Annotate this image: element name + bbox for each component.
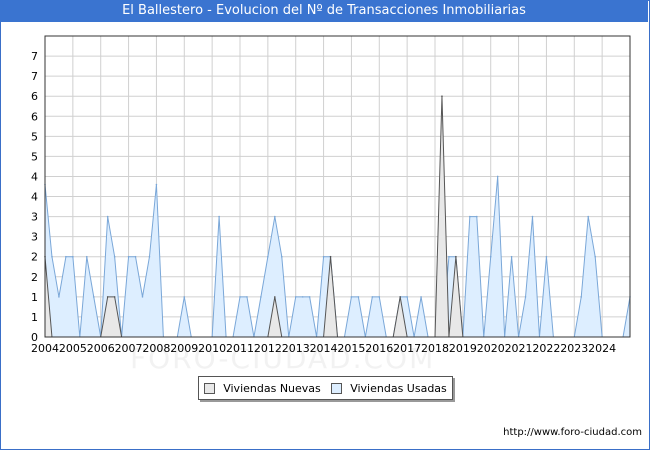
usadas-point	[141, 296, 144, 298]
usadas-point	[580, 296, 583, 298]
footer-url[interactable]: http://www.foro-ciudad.com	[503, 427, 642, 438]
x-tick-label: 2018	[421, 342, 449, 355]
usadas-point	[350, 296, 353, 298]
usadas-point	[267, 255, 269, 258]
usadas-point	[531, 215, 534, 218]
nuevas-point	[399, 296, 401, 298]
usadas-point	[489, 255, 492, 258]
usadas-point	[378, 296, 381, 298]
x-tick-label: 2005	[59, 342, 87, 355]
usadas-point	[106, 215, 109, 218]
usadas-point	[357, 296, 360, 298]
x-tick-label: 2023	[560, 342, 588, 355]
y-tick-label: 3	[31, 231, 38, 244]
usadas-point	[308, 296, 311, 298]
x-tick-label: 2008	[142, 342, 170, 355]
x-tick-label: 2020	[477, 342, 505, 355]
usadas-point	[239, 296, 241, 298]
x-tick-label: 2024	[588, 342, 616, 355]
usadas-point	[260, 296, 262, 298]
y-tick-label: 6	[31, 110, 38, 123]
y-axis-ticks: 011223344556677	[31, 50, 38, 344]
usadas-point	[448, 255, 450, 258]
usadas-point	[218, 215, 220, 218]
x-tick-label: 2019	[449, 342, 477, 355]
x-tick-label: 2015	[337, 342, 365, 355]
legend-swatch-usadas	[331, 382, 343, 394]
usadas-point	[475, 215, 478, 218]
y-tick-label: 5	[31, 130, 38, 143]
usadas-point	[469, 215, 471, 218]
usadas-point	[420, 296, 422, 298]
nuevas-point	[113, 296, 116, 298]
legend: Viviendas Nuevas Viviendas Usadas	[198, 376, 453, 400]
y-tick-label: 4	[31, 170, 38, 183]
usadas-point	[183, 296, 186, 298]
x-tick-label: 2016	[365, 342, 393, 355]
nuevas-point	[441, 95, 443, 97]
usadas-point	[134, 255, 137, 258]
y-tick-label: 7	[31, 70, 38, 83]
x-tick-label: 2014	[310, 342, 338, 355]
y-tick-label: 3	[31, 211, 38, 224]
usadas-point	[545, 255, 548, 258]
x-tick-label: 2021	[505, 342, 533, 355]
usadas-point	[246, 296, 248, 298]
legend-item-nuevas: Viviendas Nuevas	[204, 382, 321, 395]
usadas-point	[594, 255, 596, 258]
usadas-point	[92, 296, 95, 298]
nuevas-point	[329, 255, 332, 258]
y-tick-label: 5	[31, 150, 38, 163]
x-tick-label: 2007	[115, 342, 143, 355]
usadas-point	[113, 255, 116, 258]
usadas-point	[371, 296, 374, 298]
y-tick-label: 2	[31, 251, 38, 264]
x-axis-ticks: 2004 2005 2006 2007 2008 2009 2010 2011 2012 2013…	[31, 342, 616, 355]
y-tick-label: 1	[31, 291, 38, 304]
y-tick-label: 7	[31, 50, 38, 63]
usadas-point	[85, 255, 88, 258]
y-tick-label: 4	[31, 191, 38, 204]
legend-label-nuevas: Viviendas Nuevas	[223, 381, 321, 395]
legend-swatch-nuevas	[204, 382, 216, 394]
usadas-point	[65, 255, 67, 258]
usadas-point	[496, 175, 499, 178]
usadas-point	[524, 296, 527, 298]
usadas-point	[406, 296, 408, 298]
nuevas-point	[455, 255, 457, 258]
usadas-point	[148, 255, 151, 258]
usadas-point	[510, 255, 513, 258]
usadas-point	[58, 296, 60, 298]
usadas-point	[155, 183, 158, 186]
nuevas-point	[274, 296, 276, 298]
x-tick-label: 2009	[170, 342, 198, 355]
x-tick-label: 2012	[254, 342, 282, 355]
x-tick-label: 2022	[532, 342, 560, 355]
y-tick-label: 1	[31, 311, 38, 324]
x-tick-label: 2013	[282, 342, 310, 355]
usadas-point	[274, 215, 276, 218]
y-tick-label: 2	[31, 271, 38, 284]
usadas-point	[587, 215, 590, 218]
legend-item-usadas: Viviendas Usadas	[331, 382, 447, 395]
nuevas-point	[106, 296, 109, 298]
usadas-point	[280, 255, 283, 258]
usadas-point	[301, 296, 304, 298]
usadas-point	[322, 255, 325, 258]
usadas-point	[51, 255, 53, 258]
x-tick-label: 2004	[31, 342, 59, 355]
y-tick-label: 6	[31, 90, 38, 103]
usadas-point	[72, 255, 74, 258]
usadas-point	[294, 296, 297, 298]
usadas-point	[127, 255, 130, 258]
x-tick-label: 2006	[87, 342, 115, 355]
legend-label-usadas: Viviendas Usadas	[350, 381, 447, 395]
x-tick-label: 2017	[393, 342, 421, 355]
x-tick-label: 2011	[226, 342, 254, 355]
x-tick-label: 2010	[198, 342, 226, 355]
